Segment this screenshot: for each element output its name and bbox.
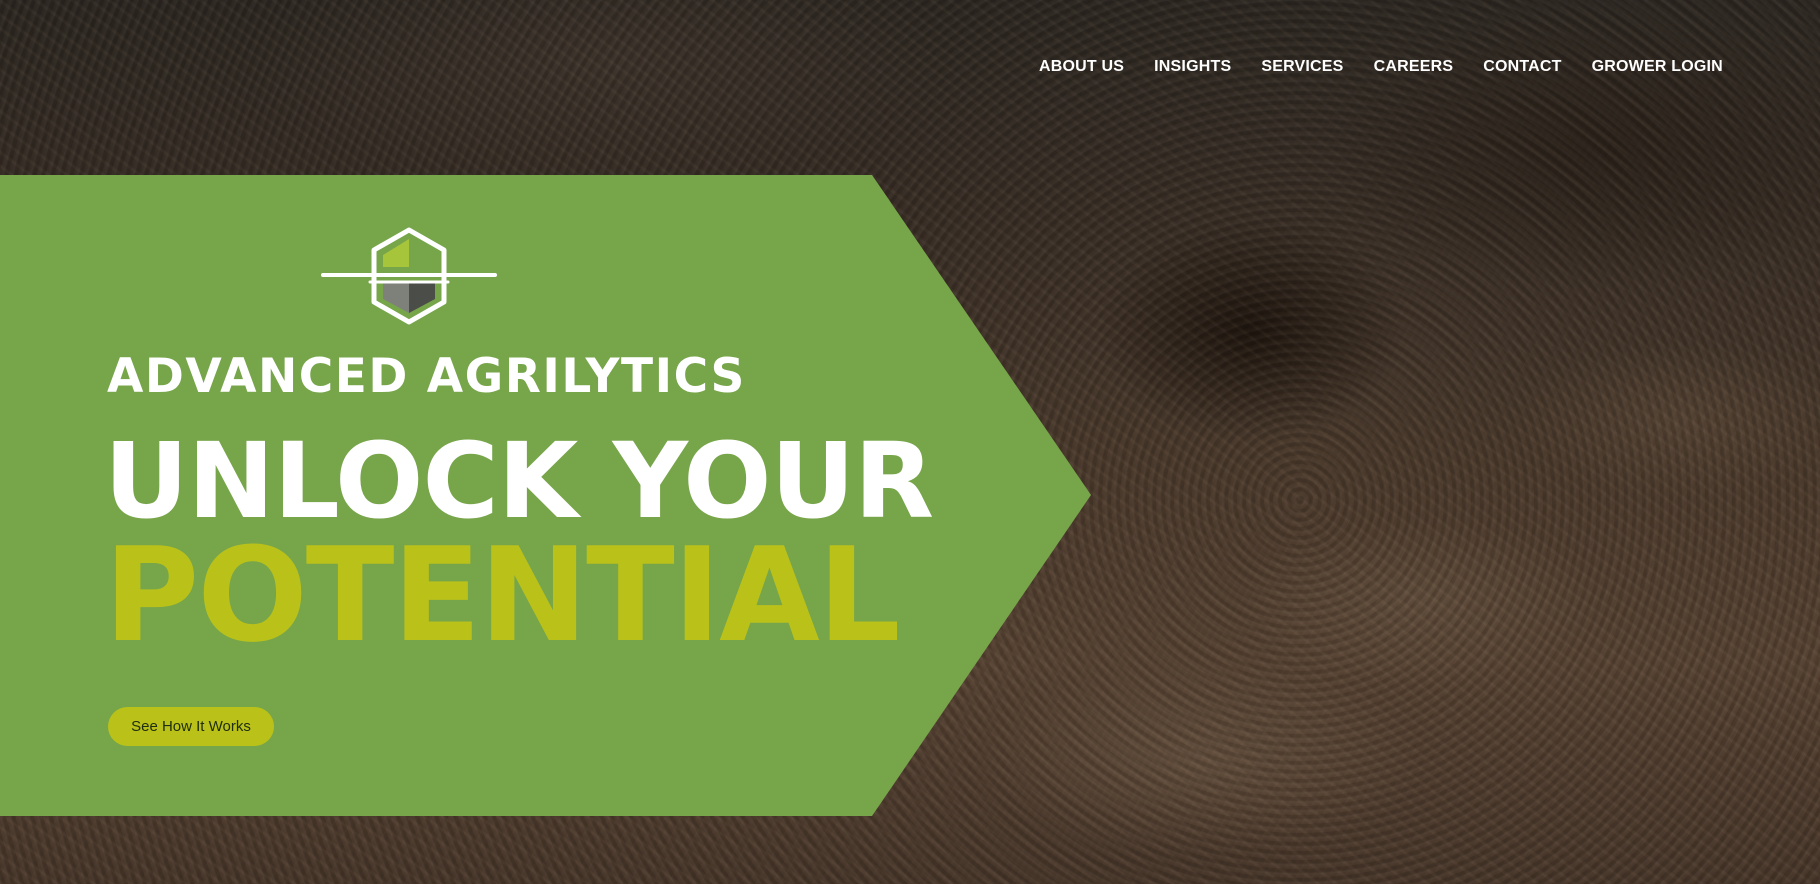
nav-services[interactable]: SERVICES (1261, 58, 1343, 76)
hexagon-logo-icon (321, 227, 497, 325)
hero-section: ABOUT US INSIGHTS SERVICES CAREERS CONTA… (0, 0, 1820, 884)
brand-name: ADVANCED AGRILYTICS (107, 349, 746, 404)
main-nav: ABOUT US INSIGHTS SERVICES CAREERS CONTA… (1039, 58, 1723, 76)
nav-careers[interactable]: CAREERS (1374, 58, 1454, 76)
see-how-it-works-button[interactable]: See How It Works (108, 707, 274, 746)
nav-grower-login[interactable]: GROWER LOGIN (1592, 58, 1723, 76)
nav-insights[interactable]: INSIGHTS (1154, 58, 1231, 76)
headline-line-2: POTENTIAL (104, 519, 901, 671)
nav-contact[interactable]: CONTACT (1483, 58, 1561, 76)
hero-panel: ADVANCED AGRILYTICS UNLOCK YOUR POTENTIA… (0, 175, 1092, 816)
nav-about-us[interactable]: ABOUT US (1039, 58, 1124, 76)
headline-line-1: UNLOCK YOUR (104, 420, 934, 542)
